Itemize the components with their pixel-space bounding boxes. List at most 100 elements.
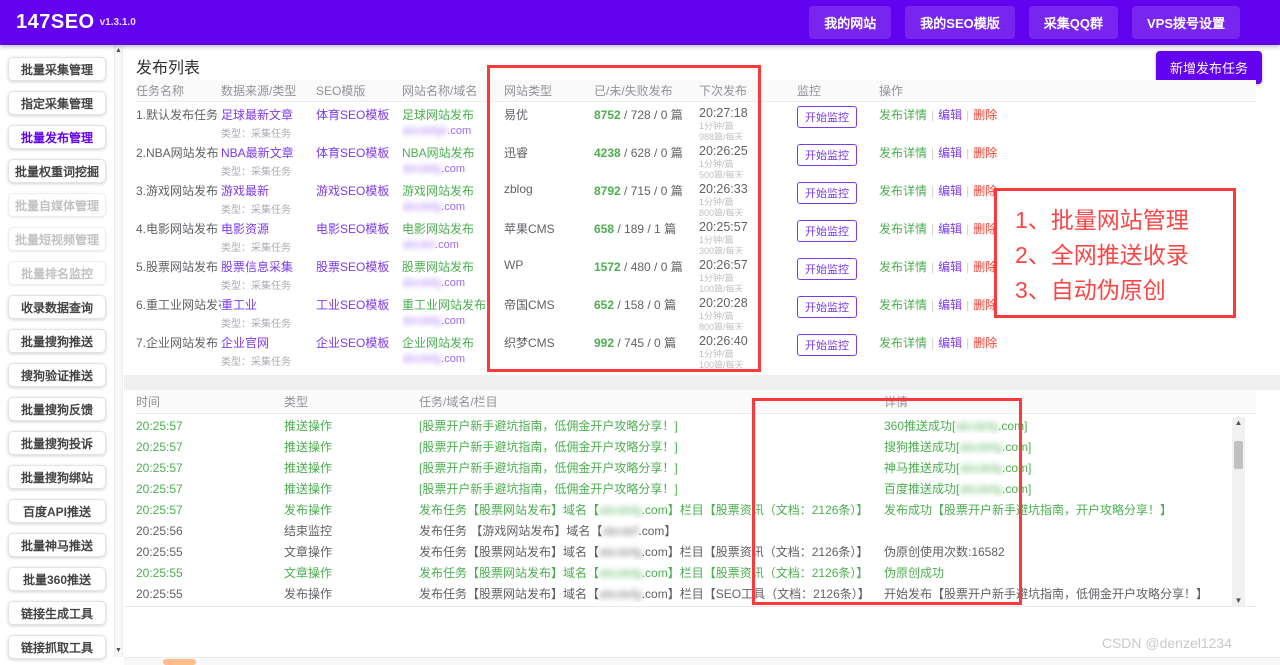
publish-column-header: 已/未/失败发布 xyxy=(594,84,673,98)
edit-link[interactable]: 编辑 xyxy=(938,298,962,312)
log-task: 发布任务 【游戏网站发布】域名【abcdef.com】 xyxy=(419,522,884,539)
sidebar-item[interactable]: 批量搜狗投诉 xyxy=(8,431,106,455)
log-type: 发布操作 xyxy=(284,503,333,517)
delete-link[interactable]: 删除 xyxy=(973,146,997,160)
data-source-cell: 游戏最新 类型：采集任务 xyxy=(221,182,316,216)
daily-quota: 100篇/每天 xyxy=(699,360,744,368)
scroll-down-icon[interactable]: ▼ xyxy=(115,647,122,655)
site-name-link[interactable]: 企业网站发布 xyxy=(402,334,498,351)
publish-details-link[interactable]: 发布详情 xyxy=(879,298,927,312)
source-link[interactable]: 股票信息采集 xyxy=(221,258,310,275)
source-link[interactable]: 电影资源 xyxy=(221,220,310,237)
sidebar-scrollbar[interactable]: ▲ ▼ xyxy=(114,45,123,657)
sidebar-item[interactable]: 批量360推送 xyxy=(8,567,106,591)
publish-details-link[interactable]: 发布详情 xyxy=(879,260,927,274)
log-table-body: 20:25:57 推送操作 [股票开户新手避坑指南，低佣金开户攻略分享！] 360推送… xyxy=(136,415,1256,604)
site-name-link[interactable]: 股票网站发布 xyxy=(402,258,498,275)
publish-counts: 8752 / 728 / 0 篇 xyxy=(594,106,699,140)
horizontal-scrollbar-thumb[interactable] xyxy=(163,659,196,665)
header-nav-item[interactable]: 我的SEO模版 xyxy=(905,6,1015,39)
sidebar-item[interactable]: 百度API推送 xyxy=(8,499,106,523)
site-name-link[interactable]: 足球网站发布 xyxy=(402,106,498,123)
publish-details-link[interactable]: 发布详情 xyxy=(879,108,927,122)
done-count: 1572 xyxy=(594,260,621,274)
edit-link[interactable]: 编辑 xyxy=(938,222,962,236)
template-link[interactable]: 电影SEO模板 xyxy=(316,222,389,236)
domain-suffix: .com xyxy=(447,125,472,137)
publish-details-link[interactable]: 发布详情 xyxy=(879,336,927,350)
template-link[interactable]: 体育SEO模板 xyxy=(316,146,389,160)
log-text: 伪原创成功 xyxy=(884,566,945,580)
start-monitor-button[interactable]: 开始监控 xyxy=(797,144,857,166)
source-link[interactable]: NBA最新文章 xyxy=(221,144,310,161)
site-name-link[interactable]: 游戏网站发布 xyxy=(402,182,498,199)
sidebar-item[interactable]: 批量采集管理 xyxy=(8,57,106,81)
publish-details-link[interactable]: 发布详情 xyxy=(879,146,927,160)
start-monitor-button[interactable]: 开始监控 xyxy=(797,220,857,242)
sidebar-item[interactable]: 批量搜狗推送 xyxy=(8,329,106,353)
sidebar-item[interactable]: 搜狗验证推送 xyxy=(8,363,106,387)
start-monitor-button[interactable]: 开始监控 xyxy=(797,258,857,280)
edit-link[interactable]: 编辑 xyxy=(938,184,962,198)
start-monitor-button[interactable]: 开始监控 xyxy=(797,334,857,356)
log-text: .com] xyxy=(1002,482,1032,496)
publish-details-link[interactable]: 发布详情 xyxy=(879,184,927,198)
log-scrollbar-thumb[interactable] xyxy=(1234,441,1243,469)
sidebar-item[interactable]: 批量神马推送 xyxy=(8,533,106,557)
promo-line: 1、批量网站管理 xyxy=(1015,207,1189,233)
publish-column-header: 数据来源/类型 xyxy=(221,84,297,98)
horizontal-scrollbar[interactable] xyxy=(124,657,1280,665)
sidebar-item[interactable]: 指定采集管理 xyxy=(8,91,106,115)
scroll-up-icon[interactable]: ▲ xyxy=(115,47,122,55)
sidebar-item[interactable]: 批量搜狗反馈 xyxy=(8,397,106,421)
site-name-link[interactable]: 重工业网站发布 xyxy=(402,296,498,313)
source-link[interactable]: 企业官网 xyxy=(221,334,310,351)
site-cell: 游戏网站发布 abcdefg.com xyxy=(402,182,504,216)
scroll-down-icon[interactable]: ▼ xyxy=(1232,596,1245,606)
template-link[interactable]: 工业SEO模板 xyxy=(316,298,389,312)
header-nav-item[interactable]: VPS拨号设置 xyxy=(1131,6,1240,39)
next-publish-time: 20:27:18 xyxy=(699,106,748,120)
start-monitor-button[interactable]: 开始监控 xyxy=(797,296,857,318)
source-link[interactable]: 足球最新文章 xyxy=(221,106,310,123)
publish-details-link[interactable]: 发布详情 xyxy=(879,222,927,236)
template-link[interactable]: 游戏SEO模板 xyxy=(316,184,389,198)
publish-column-header: 下次发布 xyxy=(699,84,748,98)
edit-link[interactable]: 编辑 xyxy=(938,146,962,160)
site-name-link[interactable]: 电影网站发布 xyxy=(402,220,498,237)
sidebar: 批量采集管理 指定采集管理 批量发布管理 批量权重词挖掘 批量自媒体管理 批量短视频管理批… xyxy=(0,45,114,665)
site-name-link[interactable]: NBA网站发布 xyxy=(402,144,498,161)
sidebar-item[interactable]: 链接生成工具 xyxy=(8,601,106,625)
log-text: 伪原创使用次数:16582 xyxy=(884,545,1005,559)
template-link[interactable]: 企业SEO模板 xyxy=(316,336,389,350)
source-type-label: 类型：采集任务 xyxy=(221,281,291,292)
log-time: 20:25:56 xyxy=(136,523,183,538)
delete-link[interactable]: 删除 xyxy=(973,108,997,122)
delete-link[interactable]: 删除 xyxy=(973,336,997,350)
redacted-domain: abcdefg xyxy=(599,566,642,580)
source-link[interactable]: 重工业 xyxy=(221,296,310,313)
sidebar-item[interactable]: 收录数据查询 xyxy=(8,295,106,319)
header-nav-item[interactable]: 采集QQ群 xyxy=(1028,6,1118,39)
publish-column-header: 网站类型 xyxy=(504,84,553,98)
template-link[interactable]: 体育SEO模板 xyxy=(316,108,389,122)
start-monitor-button[interactable]: 开始监控 xyxy=(797,106,857,128)
sidebar-item[interactable]: 批量权重词挖掘 xyxy=(8,159,106,183)
log-time: 20:25:57 xyxy=(136,439,183,454)
sidebar-item[interactable]: 批量搜狗绑站 xyxy=(8,465,106,489)
log-scrollbar[interactable]: ▲ ▼ xyxy=(1232,417,1245,607)
start-monitor-button[interactable]: 开始监控 xyxy=(797,182,857,204)
edit-link[interactable]: 编辑 xyxy=(938,260,962,274)
task-name: 4.电影网站发布 xyxy=(136,222,219,236)
edit-link[interactable]: 编辑 xyxy=(938,336,962,350)
log-type: 推送操作 xyxy=(284,419,333,433)
scroll-up-icon[interactable]: ▲ xyxy=(1232,418,1245,428)
edit-link[interactable]: 编辑 xyxy=(938,108,962,122)
sidebar-item[interactable]: 链接抓取工具 xyxy=(8,635,106,659)
header-nav-item[interactable]: 我的网站 xyxy=(809,6,892,39)
pending-failed-counts: / 628 / 0 篇 xyxy=(620,146,683,160)
template-link[interactable]: 股票SEO模板 xyxy=(316,260,389,274)
task-name: 2.NBA网站发布 xyxy=(136,146,219,160)
source-link[interactable]: 游戏最新 xyxy=(221,182,310,199)
sidebar-item[interactable]: 批量发布管理 xyxy=(8,125,106,149)
